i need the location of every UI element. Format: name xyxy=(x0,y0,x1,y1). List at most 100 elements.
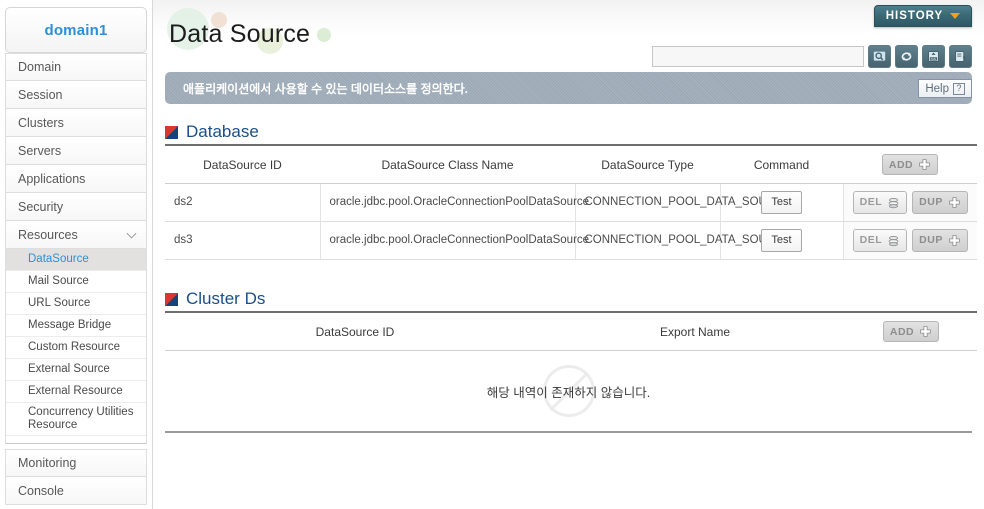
sidebar-item-label: Servers xyxy=(18,143,62,158)
search-input[interactable] xyxy=(652,46,864,67)
svg-text:XML: XML xyxy=(931,57,937,61)
domain-selector[interactable]: domain1 xyxy=(5,7,147,53)
sidebar-item-label: Monitoring xyxy=(18,456,77,470)
plus-icon xyxy=(949,197,960,208)
sidebar-item-custom-resource[interactable]: Custom Resource xyxy=(6,337,146,359)
sidebar-subitem-label: Concurrency Utilities Resource xyxy=(28,406,134,431)
duplicate-button[interactable]: DUP xyxy=(912,229,968,252)
sidebar-item-servers[interactable]: Servers xyxy=(5,137,147,165)
add-label: ADD xyxy=(888,158,914,171)
add-button[interactable]: ADD xyxy=(881,154,939,175)
sidebar-item-message-bridge[interactable]: Message Bridge xyxy=(6,315,146,337)
sidebar-subitem-label: Mail Source xyxy=(28,275,89,287)
section-marker-icon xyxy=(165,292,178,306)
column-header-datasource-type: DataSource Type xyxy=(575,144,720,184)
empty-state-text: 해당 내역이 존재하지 않습니다. xyxy=(486,385,651,400)
sidebar-item-label: Applications xyxy=(18,171,86,186)
sidebar-item-concurrency-utilities-resource[interactable]: Concurrency Utilities Resource xyxy=(6,403,146,436)
page-title: Data Source xyxy=(169,20,311,48)
sidebar-nav-lower: Monitoring Console xyxy=(5,449,147,505)
cell-datasource-type: CONNECTION_POOL_DATA_SOURCE xyxy=(575,183,791,222)
sidebar-item-monitoring[interactable]: Monitoring xyxy=(5,449,147,477)
cell-datasource-id: ds3 xyxy=(165,221,321,260)
section-title: Database xyxy=(186,122,259,141)
sidebar-item-url-source[interactable]: URL Source xyxy=(6,293,146,315)
duplicate-label: DUP xyxy=(919,196,943,208)
domain-name-label: domain1 xyxy=(44,21,108,39)
duplicate-button[interactable]: DUP xyxy=(912,191,968,214)
sidebar-item-security[interactable]: Security xyxy=(5,193,147,221)
refresh-icon[interactable] xyxy=(895,45,918,68)
trash-icon xyxy=(888,236,899,247)
column-header-datasource-id: DataSource ID xyxy=(165,144,320,184)
test-button[interactable]: Test xyxy=(761,229,802,252)
sidebar-subitem-label: Custom Resource xyxy=(28,341,121,353)
cluster-ds-table: DataSource ID Export Name ADD xyxy=(165,311,977,351)
sidebar-subitem-label: DataSource xyxy=(28,253,89,265)
section-marker-icon xyxy=(165,125,178,139)
column-header-datasource-id: DataSource ID xyxy=(165,311,545,351)
section-header: Cluster Ds xyxy=(165,287,972,311)
app-root: domain1 Domain Session Clusters Servers … xyxy=(0,0,984,509)
trash-icon xyxy=(888,198,899,209)
delete-button[interactable]: DEL xyxy=(852,229,908,252)
sidebar-item-external-resource[interactable]: External Resource xyxy=(6,381,146,403)
test-button[interactable]: Test xyxy=(761,191,802,214)
column-header-command: Command xyxy=(720,144,843,184)
sidebar-item-label: Security xyxy=(18,199,64,214)
sidebar-subnav-resources: DataSource Mail Source URL Source Messag… xyxy=(5,249,147,444)
sidebar-item-mail-source[interactable]: Mail Source xyxy=(6,271,146,293)
cell-datasource-type: CONNECTION_POOL_DATA_SOURCE xyxy=(575,221,791,260)
cell-datasource-id: ds2 xyxy=(165,183,321,222)
sidebar-item-domain[interactable]: Domain xyxy=(5,53,147,81)
duplicate-label: DUP xyxy=(919,234,943,246)
sidebar-item-external-source[interactable]: External Source xyxy=(6,359,146,381)
database-table: DataSource ID DataSource Class Name Data… xyxy=(165,144,977,260)
section-header: Database xyxy=(165,120,972,144)
empty-state: 해당 내역이 존재하지 않습니다. xyxy=(165,351,972,433)
sidebar-item-label: Domain xyxy=(18,60,62,74)
sidebar-item-datasource[interactable]: DataSource xyxy=(6,249,146,271)
main-content: Data Source HISTORY XML 애플리케이션에서 사용할 수 있… xyxy=(153,0,984,509)
sidebar-item-console[interactable]: Console xyxy=(5,477,147,505)
add-button[interactable]: ADD xyxy=(882,321,940,342)
plus-icon xyxy=(949,235,960,246)
delete-label: DEL xyxy=(859,234,883,246)
column-header-actions: ADD xyxy=(843,144,977,184)
delete-button[interactable]: DEL xyxy=(852,191,908,214)
cell-class-name: oracle.jdbc.pool.OracleConnectionPoolDat… xyxy=(320,183,589,222)
notice-banner: 애플리케이션에서 사용할 수 있는 데이터소스를 정의한다. xyxy=(165,72,972,104)
sidebar-subitem-label: External Resource xyxy=(28,385,123,397)
history-button[interactable]: HISTORY xyxy=(874,5,972,27)
sidebar-item-clusters[interactable]: Clusters xyxy=(5,109,147,137)
sidebar-item-label: Console xyxy=(18,483,64,498)
help-button[interactable]: Help ? xyxy=(918,79,972,98)
sidebar-subitem-label: Message Bridge xyxy=(28,319,112,331)
column-header-actions: ADD xyxy=(845,311,977,351)
search-icon[interactable] xyxy=(868,45,891,68)
sidebar-item-label: Clusters xyxy=(18,115,64,130)
delete-label: DEL xyxy=(859,196,883,208)
add-label: ADD xyxy=(889,325,915,338)
chevron-down-icon xyxy=(950,13,961,19)
sidebar-item-label: Session xyxy=(18,87,63,102)
section-title: Cluster Ds xyxy=(186,289,266,308)
sidebar-item-label: Resources xyxy=(18,227,78,242)
table-header-row: DataSource ID DataSource Class Name Data… xyxy=(165,144,977,184)
section-database: Database DataSource ID DataSource Class … xyxy=(165,120,977,260)
sidebar-item-resources[interactable]: Resources xyxy=(5,221,147,249)
column-header-class-name: DataSource Class Name xyxy=(320,144,575,184)
chevron-down-icon xyxy=(126,228,137,239)
table-row[interactable]: ds3 oracle.jdbc.pool.OracleConnectionPoo… xyxy=(165,221,977,260)
cell-actions: DEL DUP xyxy=(843,183,977,222)
column-header-export-name: Export Name xyxy=(545,311,845,351)
sidebar-nav: Domain Session Clusters Servers Applicat… xyxy=(5,53,147,444)
plus-icon xyxy=(919,159,930,170)
toolbar: XML xyxy=(652,45,972,68)
sidebar-item-applications[interactable]: Applications xyxy=(5,165,147,193)
sidebar-item-session[interactable]: Session xyxy=(5,81,147,109)
xml-export-icon[interactable]: XML xyxy=(922,45,945,68)
export-icon[interactable] xyxy=(949,45,972,68)
plus-icon xyxy=(920,326,931,337)
table-row[interactable]: ds2 oracle.jdbc.pool.OracleConnectionPoo… xyxy=(165,183,977,222)
